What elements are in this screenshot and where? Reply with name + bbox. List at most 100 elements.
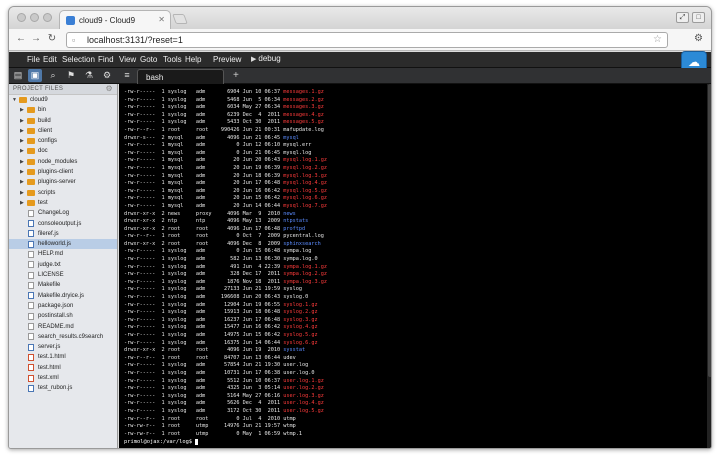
file-tree: ▶ bin ▶ build ▶ client ▶ configs ▶ doc ▶ node_modul… <box>9 105 117 393</box>
menu-goto[interactable]: Goto <box>140 55 157 64</box>
settings-gear-icon[interactable]: ⚙ <box>100 69 114 82</box>
collapse-arrow-icon[interactable]: ▶ <box>20 146 24 156</box>
tree-item-label: test.xml <box>38 375 59 382</box>
tree-file[interactable]: test_rubon.js <box>9 383 117 393</box>
tree-file[interactable]: Makefile.dryice.js <box>9 291 117 301</box>
menu-preview[interactable]: Preview <box>213 55 241 64</box>
tree-folder[interactable]: ▶ node_modules <box>9 157 117 167</box>
tree-file[interactable]: search_results.c9search <box>9 332 117 342</box>
collapse-arrow-icon[interactable]: ▶ <box>20 116 24 126</box>
menu-edit[interactable]: Edit <box>43 55 57 64</box>
collapse-arrow-icon[interactable]: ▶ <box>20 157 24 167</box>
tree-file[interactable]: test.1.html <box>9 352 117 362</box>
debug-button[interactable]: ▶ debug <box>251 54 281 63</box>
line-meta: -rw-r----- 1 syslog adm 15913 Jun 18 06:… <box>124 309 284 316</box>
file-icon <box>28 220 34 228</box>
debug-label: debug <box>258 54 281 63</box>
line-filename: mafupdate.log <box>283 126 324 133</box>
tree-folder[interactable]: ▶ configs <box>9 136 117 146</box>
fullscreen-icon[interactable]: ⤢ <box>676 12 689 23</box>
reload-icon[interactable]: ↻ <box>46 33 58 44</box>
tree-file[interactable]: Makefile <box>9 280 117 290</box>
tree-folder[interactable]: ▶ plugins-server <box>9 177 117 187</box>
line-filename: sympa.log <box>283 248 312 255</box>
tree-file[interactable]: ChangeLog <box>9 208 117 218</box>
collapse-arrow-icon[interactable]: ▶ <box>20 126 24 136</box>
browser-tab[interactable]: cloud9 - Cloud9 ✕ <box>59 10 171 29</box>
tree-root[interactable]: ▼ cloud9 <box>9 95 117 105</box>
tree-file[interactable]: README.md <box>9 322 117 332</box>
line-filename: sysstat <box>283 347 306 354</box>
tree-folder[interactable]: ▶ client <box>9 126 117 136</box>
close-tab-icon[interactable]: ✕ <box>158 15 165 24</box>
folder-icon <box>27 107 35 114</box>
wrench-menu-icon[interactable]: ⚙ <box>694 33 703 44</box>
collapse-arrow-icon[interactable]: ▶ <box>20 136 24 146</box>
tree-file[interactable]: consoleoutput.js <box>9 219 117 229</box>
tree-folder[interactable]: ▶ doc <box>9 146 117 156</box>
collapse-arrow-icon[interactable]: ▶ <box>20 198 24 208</box>
tree-file[interactable]: package.json <box>9 301 117 311</box>
project-files-icon[interactable]: ▤ <box>11 69 25 82</box>
tree-file[interactable]: fileref.js <box>9 229 117 239</box>
menu-view[interactable]: View <box>119 55 136 64</box>
tab-bash[interactable]: bash <box>137 69 224 84</box>
address-bar[interactable]: ▫ localhost:3131/?reset=1 ☆ <box>66 32 668 48</box>
terminal-prompt[interactable]: primol@ojax:/var/log$ <box>124 438 711 446</box>
terminal-line: -rw-r----- 1 syslog adm 5433 Oct 30 2011… <box>124 119 711 127</box>
close-window-button[interactable] <box>17 13 26 22</box>
collapse-arrow-icon[interactable]: ▶ <box>20 177 24 187</box>
line-meta: -rw-r----- 1 mysql adm 20 Jun 18 06:39 <box>124 172 284 179</box>
terminal-line: drwxr-xr-x 2 root root 4096 Jun 17 06:48… <box>124 226 711 234</box>
collapse-arrow-icon[interactable]: ▶ <box>20 188 24 198</box>
tree-file[interactable]: server.js <box>9 342 117 352</box>
menu-tools[interactable]: Tools <box>163 55 182 64</box>
bookmark-star-icon[interactable]: ☆ <box>653 34 662 45</box>
tree-file[interactable]: test.xml <box>9 373 117 383</box>
tree-file[interactable]: judge.txt <box>9 260 117 270</box>
tree-folder[interactable]: ▶ test <box>9 198 117 208</box>
tab-list-icon[interactable]: ≡ <box>120 69 134 82</box>
search-icon[interactable]: ⌕ <box>46 69 60 82</box>
tree-folder[interactable]: ▶ build <box>9 116 117 126</box>
tree-file[interactable]: postinstall.sh <box>9 311 117 321</box>
menu-help[interactable]: Help <box>185 55 201 64</box>
menu-selection[interactable]: Selection <box>62 55 95 64</box>
zoom-window-button[interactable] <box>43 13 52 22</box>
tree-folder[interactable]: ▶ plugins-client <box>9 167 117 177</box>
back-arrow-icon[interactable]: ← <box>15 33 27 44</box>
tree-file[interactable]: test.html <box>9 363 117 373</box>
terminal-line: -rw-r----- 1 mysql adm 20 Jun 14 06:44 m… <box>124 203 711 211</box>
open-files-icon[interactable]: ▣ <box>28 69 42 82</box>
prompt-text: primol@ojax:/var/log$ <box>124 439 196 446</box>
terminal[interactable]: -rw-r----- 1 syslog adm 6904 Jun 10 06:3… <box>119 84 711 448</box>
run-icon[interactable]: ⚑ <box>64 69 78 82</box>
tree-file[interactable]: HELP.md <box>9 249 117 259</box>
collapse-arrow-icon[interactable]: ▶ <box>20 105 24 115</box>
terminal-line: -rw-r----- 1 mysql adm 20 Jun 15 06:42 m… <box>124 195 711 203</box>
file-icon <box>28 250 34 258</box>
terminal-scrollbar[interactable] <box>707 84 711 448</box>
browser-window: cloud9 - Cloud9 ✕ ⤢ □ ← → ↻ ▫ localhost:… <box>8 6 712 449</box>
line-meta: drwxr-xr-x 2 root root 4096 Dec 8 2009 <box>124 240 284 247</box>
test-flask-icon[interactable]: ⚗ <box>82 69 96 82</box>
add-tab-icon[interactable]: + <box>233 70 239 81</box>
expand-arrow-icon[interactable]: ▼ <box>12 95 17 105</box>
tree-folder[interactable]: ▶ bin <box>9 105 117 115</box>
collapse-arrow-icon[interactable]: ▶ <box>20 167 24 177</box>
line-filename: messages.2.gz <box>283 96 324 103</box>
menu-find[interactable]: Find <box>98 55 114 64</box>
menu-file[interactable]: File <box>27 55 40 64</box>
tree-file[interactable]: LICENSE <box>9 270 117 280</box>
line-filename: user.log.1.gz <box>283 377 324 384</box>
scrollbar-thumb[interactable] <box>708 84 711 377</box>
panel-gear-icon[interactable]: ⚙ <box>106 84 113 93</box>
tree-item-label: ChangeLog <box>38 210 70 217</box>
minimize-window-button[interactable] <box>30 13 39 22</box>
forward-arrow-icon[interactable]: → <box>30 33 42 44</box>
file-icon <box>28 302 34 310</box>
tree-folder[interactable]: ▶ scripts <box>9 188 117 198</box>
new-tab-button[interactable] <box>172 14 188 24</box>
tree-file[interactable]: helloworld.js <box>9 239 117 250</box>
profile-icon[interactable]: □ <box>692 12 705 23</box>
